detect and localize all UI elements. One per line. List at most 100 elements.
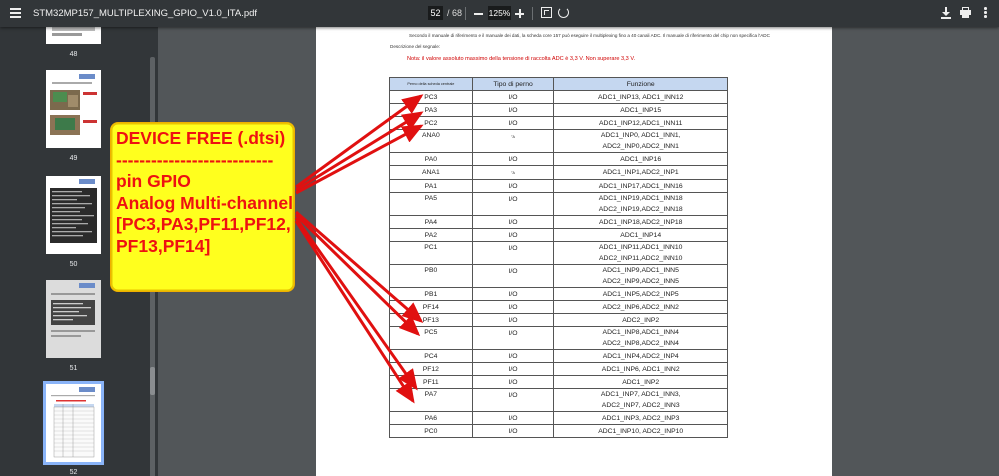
function-cell: ADC1_INP19,ADC1_INN18 ADC2_INP19,ADC2_INN… — [553, 192, 728, 216]
function-cell: ADC1_INP11,ADC1_INN10 ADC2_INP11,ADC2_INN… — [553, 241, 728, 265]
function-cell: ADC1_INP16 — [553, 152, 728, 166]
voltage-warning-note: Nota: il valore assoluto massimo della t… — [407, 56, 636, 62]
table-row: PA6 I/O ADC1_INP3, ADC2_INP3 — [389, 411, 728, 425]
pin-cell: PA0 — [389, 152, 473, 166]
document-scrollbar[interactable] — [991, 27, 999, 476]
pin-type-text: I/O — [508, 156, 518, 163]
zoom-level-input[interactable]: 125% — [488, 6, 511, 20]
table-row: PA0 I/O ADC1_INP16 — [389, 152, 728, 166]
table-row: PC2 I/O ADC1_INP12,ADC1_INN11 — [389, 116, 728, 130]
intro-paragraph: Secondo il manuale di riferimento e il m… — [409, 33, 770, 38]
pin-type-text: I/O — [508, 317, 518, 324]
function-line: ADC1_INP10, ADC2_INP10 — [598, 427, 684, 435]
pin-type-cell: I/O — [471, 313, 555, 327]
fit-to-page-icon[interactable] — [541, 7, 552, 18]
page-total: 68 — [452, 8, 463, 18]
sidebar-scrollbar-thumb[interactable] — [150, 367, 155, 395]
pin-type-text: I/O — [508, 379, 518, 386]
function-line: ADC2_INP8,ADC2_INN4 — [602, 340, 679, 347]
pin-type-text: I/O — [508, 353, 518, 360]
pin-cell: PB1 — [389, 287, 473, 301]
table-row: PC0 I/O ADC1_INP10, ADC2_INP10 — [389, 424, 728, 438]
pin-type-text: I/O — [508, 245, 518, 252]
pin-type-text: I/O — [508, 392, 518, 399]
function-cell: ADC1_INP5,ADC2_INP5 — [553, 287, 728, 301]
function-line: ADC1_INP13, ADC1_INN12 — [598, 93, 684, 101]
pin-type-cell: I/O — [471, 179, 555, 193]
function-cell: ADC1_INP17,ADC1_INN16 — [553, 179, 728, 193]
page-thumbnail-50[interactable] — [46, 176, 101, 254]
function-line: ADC1_INP8,ADC1_INN4 — [602, 329, 679, 336]
file-title: STM32MP157_MULTIPLEXING_GPIO_V1.0_ITA.pd… — [33, 8, 258, 19]
annotation-line: [PC3,PA3,PF11,PF12, — [116, 214, 291, 234]
print-icon[interactable] — [960, 7, 971, 18]
pin-type-cell: I/O — [471, 241, 555, 265]
table-body: PC3 I/O ADC1_INP13, ADC1_INN12 PA3 I/O ADC1_I… — [389, 90, 728, 438]
function-line: ADC2_INP7, ADC2_INN3 — [601, 402, 680, 409]
thumbnail-label: 48 — [69, 51, 78, 58]
zoom-in-icon[interactable] — [515, 6, 525, 20]
pin-type-cell: I/O — [471, 411, 555, 425]
column-header-type: Tipo di perno — [471, 77, 555, 91]
function-line: ADC1_INP0, ADC1_INN1, — [600, 132, 681, 139]
column-header-pin: Perno della scheda centrale — [389, 77, 473, 91]
function-cell: ADC1_INP1,ADC2_INP1 — [553, 165, 728, 180]
annotation-callout: DEVICE FREE (.dtsi) --------------------… — [110, 122, 295, 292]
table-row: PA7 I/O ADC1_INP7, ADC1_INN3, ADC2_INP7, AD… — [389, 388, 728, 412]
pin-type-text: I/O — [508, 232, 518, 239]
pin-type-cell: I/O — [471, 215, 555, 229]
function-cell: ADC1_INP4,ADC2_INP4 — [553, 349, 728, 363]
function-cell: ADC1_INP15 — [553, 103, 728, 117]
pin-type-cell: I/O — [471, 388, 555, 412]
signal-description-label: Descrizione del segnale: — [390, 44, 441, 49]
pin-type-cell: °A — [471, 129, 555, 153]
function-line: ADC1_INP7, ADC1_INN3, — [600, 391, 681, 398]
thumbnail-label: 52 — [69, 469, 78, 476]
pin-cell: PC3 — [389, 90, 473, 104]
function-line: ADC2_INP11,ADC2_INN10 — [599, 255, 683, 262]
table-row: PF11 I/O ADC1_INP2 — [389, 375, 728, 389]
table-header-row: Perno della scheda centrale Tipo di pern… — [389, 77, 728, 91]
pin-cell: PA3 — [389, 103, 473, 117]
pin-cell: PC0 — [389, 424, 473, 438]
table-row: PA2 I/O ADC1_INP14 — [389, 228, 728, 242]
column-header-function: Funzione — [553, 77, 728, 91]
table-row: ANA0 °A ADC1_INP0, ADC1_INN1, ADC2_INP0,ADC… — [389, 129, 728, 153]
thumbnail-label: 51 — [69, 365, 78, 372]
table-row: PC3 I/O ADC1_INP13, ADC1_INN12 — [389, 90, 728, 104]
page-thumbnail-49[interactable] — [46, 70, 101, 148]
page-number-input[interactable]: 52 — [428, 6, 443, 20]
function-line: ADC1_INP6, ADC1_INN2 — [601, 365, 680, 373]
page-thumbnail-51[interactable] — [46, 280, 101, 358]
pin-cell: PC1 — [389, 241, 473, 265]
pin-type-cell: °A — [471, 165, 555, 180]
function-line: ADC1_INP11,ADC1_INN10 — [599, 244, 683, 251]
pin-type-text: I/O — [508, 107, 518, 114]
function-line: ADC1_INP16 — [620, 155, 662, 163]
table-row: ANA1 °A ADC1_INP1,ADC2_INP1 — [389, 165, 728, 180]
pin-cell: PC5 — [389, 326, 473, 350]
function-cell: ADC2_INP2 — [553, 313, 728, 327]
pin-cell: ANA1 — [389, 165, 473, 180]
menu-icon[interactable] — [10, 8, 21, 19]
pin-cell: PF12 — [389, 362, 473, 376]
zoom-out-icon[interactable] — [474, 6, 484, 20]
function-line: ADC2_INP19,ADC2_INN18 — [598, 206, 683, 213]
page-thumbnail-52[interactable] — [43, 381, 104, 465]
pin-type-cell: I/O — [471, 362, 555, 376]
pin-type-text: I/O — [508, 268, 518, 275]
annotation-line: pin GPIO — [116, 171, 191, 191]
table-row: PC5 I/O ADC1_INP8,ADC1_INN4 ADC2_INP8,ADC2_… — [389, 326, 728, 350]
pin-type-text: I/O — [508, 304, 518, 311]
function-line: ADC1_INP5,ADC2_INP5 — [602, 290, 679, 298]
more-options-icon[interactable] — [984, 7, 987, 19]
pin-cell: PC2 — [389, 116, 473, 130]
rotate-icon[interactable] — [558, 7, 569, 18]
pin-cell: PA2 — [389, 228, 473, 242]
pin-type-cell: I/O — [471, 349, 555, 363]
pin-type-text: I/O — [508, 196, 518, 203]
pdf-toolbar: STM32MP157_MULTIPLEXING_GPIO_V1.0_ITA.pd… — [0, 0, 999, 27]
download-icon[interactable] — [941, 7, 951, 19]
adc-pin-table: Perno della scheda centrale Tipo di pern… — [389, 77, 728, 438]
function-line: ADC1_INP12,ADC1_INN11 — [599, 119, 683, 127]
